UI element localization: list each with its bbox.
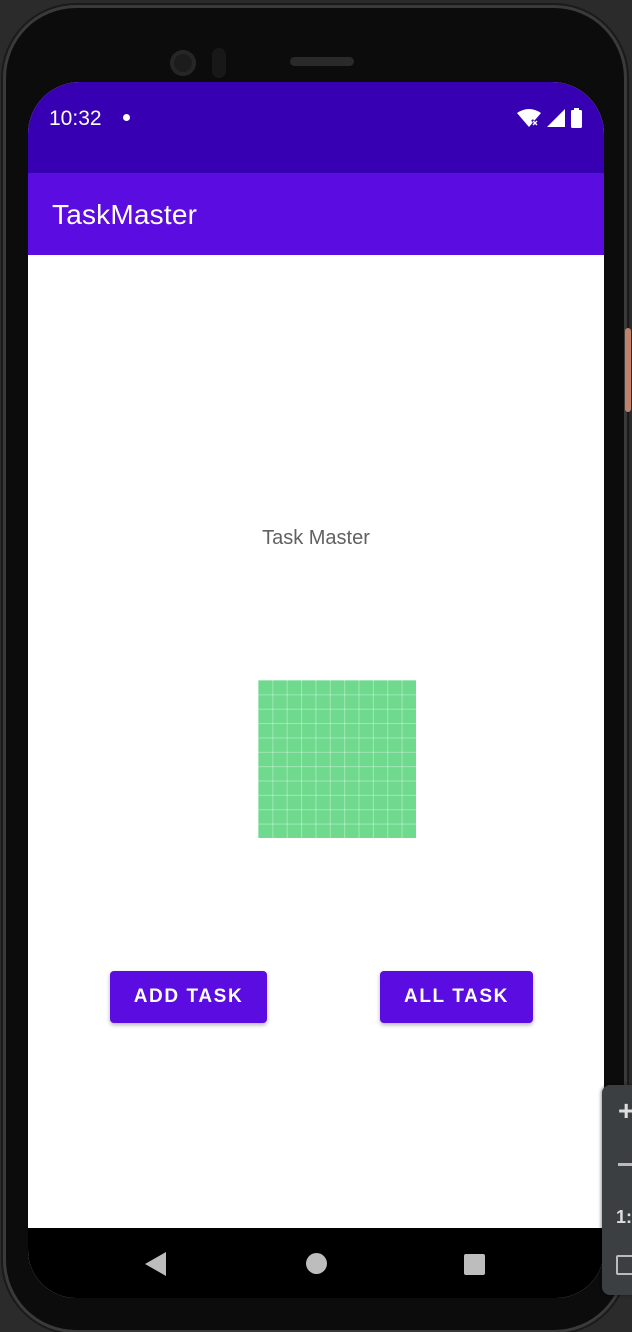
- main-content: Task Master ADD TASK ALL TASK: [28, 255, 604, 1228]
- zoom-in-icon[interactable]: +: [618, 1097, 632, 1125]
- task-master-heading: Task Master: [262, 527, 370, 549]
- all-task-button[interactable]: ALL TASK: [380, 971, 533, 1023]
- app-bar: TaskMaster: [28, 173, 604, 255]
- fit-screen-icon[interactable]: [616, 1255, 632, 1275]
- zoom-out-icon[interactable]: [618, 1163, 632, 1166]
- proximity-sensor: [212, 48, 226, 78]
- earpiece-speaker: [290, 57, 354, 66]
- back-icon[interactable]: [145, 1252, 166, 1276]
- app-title: TaskMaster: [52, 199, 198, 230]
- emulator-side-panel: + 1:: [602, 1085, 632, 1295]
- status-bar: 10:32: [28, 82, 604, 173]
- device-screen: 10:32 TaskMaster Task Master ADD TASK AL…: [28, 82, 604, 1298]
- status-icons: [517, 108, 582, 128]
- power-button[interactable]: [625, 328, 631, 412]
- add-task-button[interactable]: ADD TASK: [110, 971, 267, 1023]
- zoom-ratio-button[interactable]: 1:: [616, 1207, 632, 1228]
- cell-signal-icon: [547, 109, 565, 127]
- wifi-icon: [517, 109, 541, 127]
- battery-icon: [571, 108, 582, 128]
- status-time: 10:32: [49, 107, 102, 130]
- recents-icon[interactable]: [464, 1254, 485, 1275]
- navigation-bar: [28, 1228, 604, 1298]
- home-icon[interactable]: [306, 1253, 327, 1274]
- green-grid-image: [258, 680, 416, 838]
- notification-dot-icon: [123, 114, 130, 121]
- front-camera: [170, 50, 196, 76]
